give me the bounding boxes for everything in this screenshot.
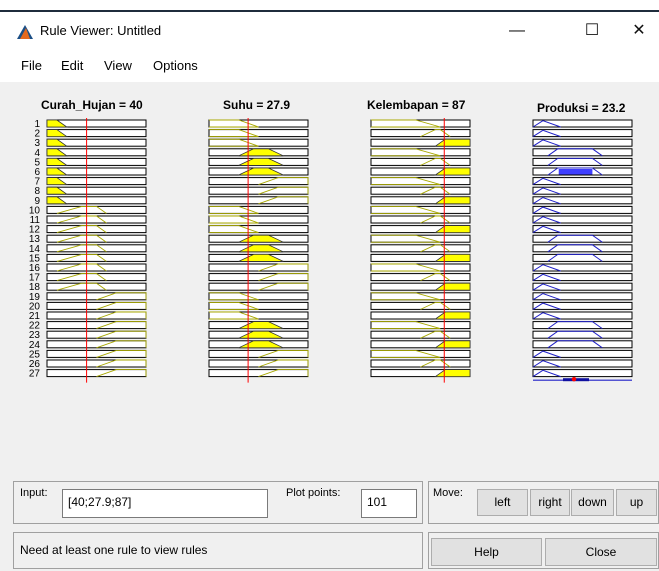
close-button[interactable]: Close: [545, 538, 657, 566]
move-down-button[interactable]: down: [571, 489, 614, 516]
minimize-icon[interactable]: —: [497, 19, 537, 43]
output-title: Produksi = 23.2: [537, 101, 626, 115]
menu-edit[interactable]: Edit: [61, 58, 83, 73]
menu-file[interactable]: File: [21, 58, 42, 73]
title-bar: Rule Viewer: Untitled — ☐ ✕: [0, 0, 659, 46]
input-label: Input:: [20, 487, 48, 499]
title-bar-border: [0, 10, 659, 12]
close-icon[interactable]: ✕: [619, 19, 659, 43]
move-left-button[interactable]: left: [477, 489, 528, 516]
input-field[interactable]: [40;27.9;87]: [62, 489, 268, 518]
menu-view[interactable]: View: [104, 58, 132, 73]
input1-title: Curah_Hujan = 40: [41, 98, 143, 112]
plot-points-field[interactable]: 101: [361, 489, 417, 518]
move-label: Move:: [433, 487, 463, 499]
status-text: Need at least one rule to view rules: [20, 543, 208, 557]
help-button[interactable]: Help: [431, 538, 542, 566]
move-right-button[interactable]: right: [530, 489, 570, 516]
menu-bar: File Edit View Options: [0, 46, 659, 82]
plot-points-label: Plot points:: [286, 487, 341, 499]
maximize-icon[interactable]: ☐: [572, 19, 612, 43]
menu-options[interactable]: Options: [153, 58, 198, 73]
rule-plot-area: [0, 82, 659, 479]
move-up-button[interactable]: up: [616, 489, 657, 516]
window-title: Rule Viewer: Untitled: [40, 23, 162, 38]
input3-title: Kelembapan = 87: [367, 98, 466, 112]
matlab-logo-icon: [17, 25, 33, 39]
input2-title: Suhu = 27.9: [223, 98, 291, 112]
